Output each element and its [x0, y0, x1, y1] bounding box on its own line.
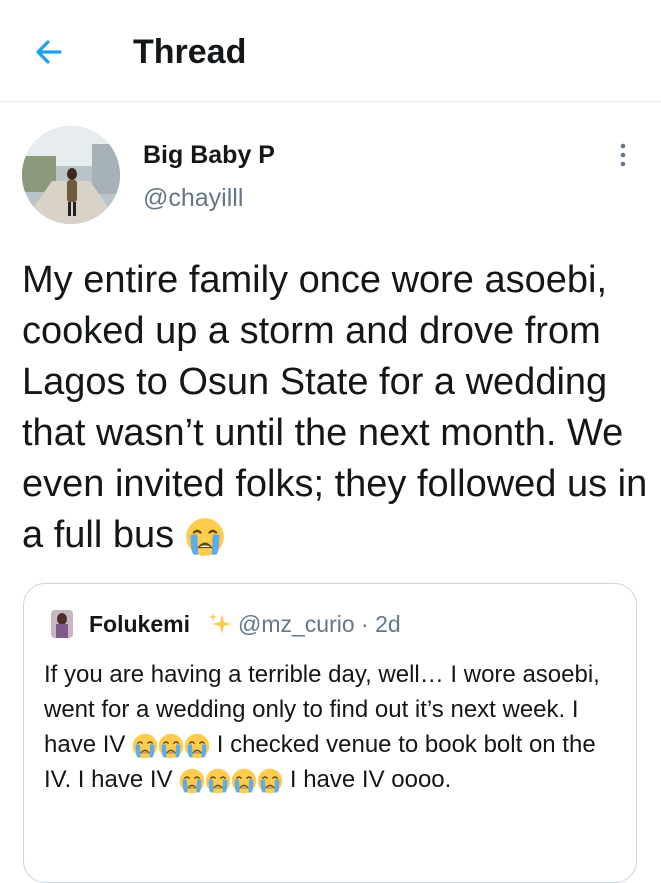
emoji-run-2: [179, 766, 283, 793]
loudly-crying-face-icon: [257, 768, 283, 794]
back-button[interactable]: [28, 30, 72, 74]
avatar-image: [22, 126, 120, 224]
arrow-left-icon: [36, 40, 62, 64]
quoted-age: 2d: [375, 611, 401, 637]
author-name[interactable]: Big Baby P: [143, 141, 275, 170]
more-vertical-icon: [620, 143, 626, 167]
loudly-crying-face-icon: [205, 768, 231, 794]
loudly-crying-face-icon: [231, 768, 257, 794]
thread-header: Thread: [0, 0, 661, 102]
quoted-tweet-text: If you are having a terrible day, well… …: [44, 657, 624, 797]
loudly-crying-face-icon: [132, 733, 158, 759]
page-title: Thread: [133, 33, 247, 71]
sparkles-icon: [209, 613, 232, 634]
loudly-crying-face-icon: [179, 768, 205, 794]
quoted-meta: @mz_curio · 2d: [238, 611, 401, 638]
loudly-crying-face-icon: [158, 733, 184, 759]
more-options-button[interactable]: [608, 140, 638, 170]
meta-separator: ·: [361, 611, 369, 637]
author-handle[interactable]: @chayilll: [143, 184, 243, 213]
quoted-text-segment-3: I have IV oooo.: [289, 766, 452, 793]
quoted-author-name: Folukemi: [89, 611, 190, 637]
quoted-author-handle: @mz_curio: [238, 611, 355, 637]
loudly-crying-face-icon: [184, 733, 210, 759]
tweet-text: My entire family once wore asoebi, cooke…: [22, 255, 652, 561]
tweet-body: My entire family once wore asoebi, cooke…: [22, 259, 648, 556]
emoji-run-1: [132, 731, 210, 758]
quoted-avatar: [51, 610, 73, 638]
avatar[interactable]: [22, 126, 120, 224]
quoted-tweet[interactable]: Folukemi @mz_curio · 2d If you are havin…: [23, 583, 637, 883]
loudly-crying-face-icon: [185, 517, 225, 557]
